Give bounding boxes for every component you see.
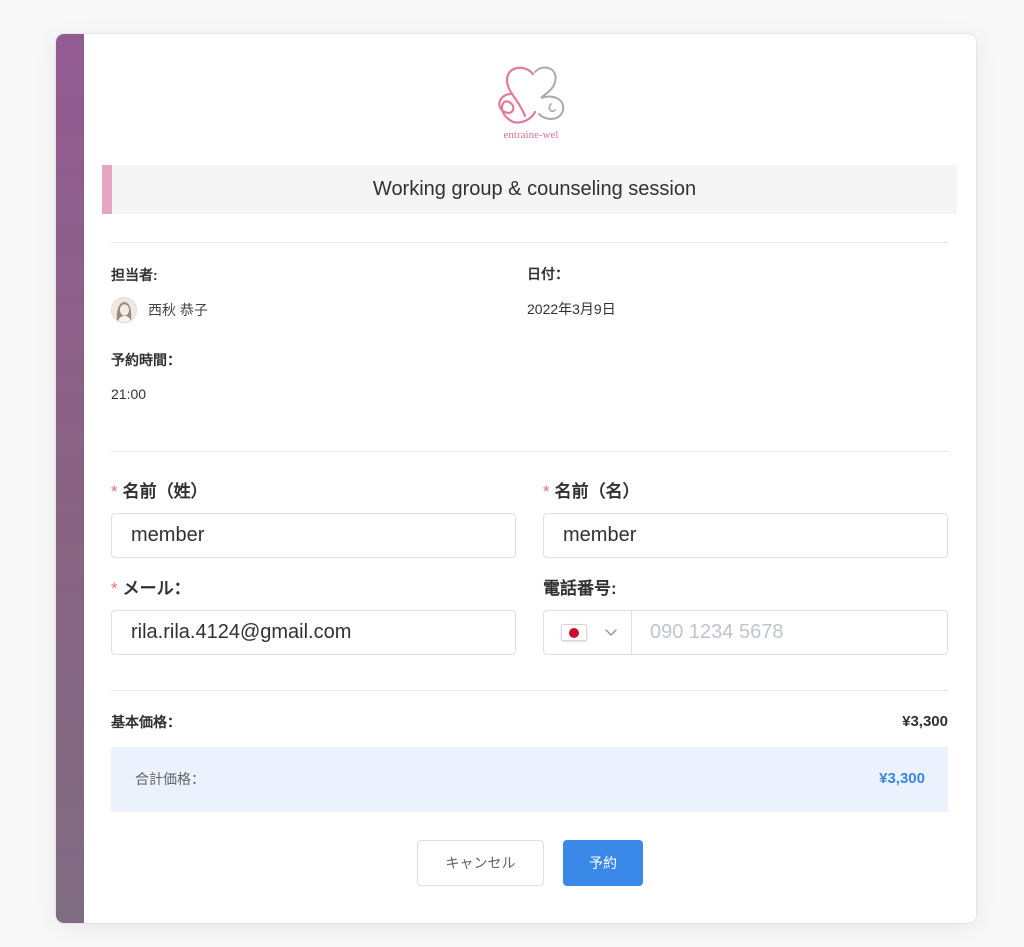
divider-middle xyxy=(111,451,948,452)
required-mark: * xyxy=(111,579,118,598)
email-label: * メール： xyxy=(111,578,191,600)
staff-avatar xyxy=(111,297,137,323)
first-name-label-text: 名前（名） xyxy=(554,482,640,501)
phone-input[interactable] xyxy=(632,611,947,654)
staff-label: 担当者: xyxy=(111,267,158,283)
divider-top xyxy=(111,242,948,243)
butterfly-logo-icon xyxy=(498,66,565,124)
phone-field xyxy=(543,610,948,655)
session-title-bar: Working group & counseling session xyxy=(102,165,957,214)
time-value: 21:00 xyxy=(111,386,147,402)
first-name-input[interactable] xyxy=(543,513,948,558)
japan-flag-icon xyxy=(561,624,587,641)
total-price-value: ¥3,300 xyxy=(879,770,925,787)
booking-card: entraine-wel Working group & counseling … xyxy=(56,34,976,923)
divider-bottom xyxy=(111,690,948,691)
total-price-label: 合計価格： xyxy=(135,771,205,787)
required-mark: * xyxy=(111,482,118,501)
email-label-text: メール： xyxy=(122,579,191,598)
time-label: 予約時間： xyxy=(111,352,181,368)
brand-logo: entraine-wel xyxy=(489,64,573,144)
total-price-box: 合計価格： ¥3,300 xyxy=(111,747,948,812)
flag-sun-disc xyxy=(569,628,579,638)
last-name-label-text: 名前（姓） xyxy=(122,482,208,501)
staff-name: 西秋 恭子 xyxy=(148,302,208,318)
first-name-label: * 名前（名） xyxy=(543,481,640,503)
required-mark: * xyxy=(543,482,550,501)
country-code-select[interactable] xyxy=(544,611,632,654)
cancel-button[interactable]: キャンセル xyxy=(417,840,544,886)
last-name-input[interactable] xyxy=(111,513,516,558)
chevron-down-icon xyxy=(605,629,617,636)
date-label: 日付： xyxy=(527,266,569,282)
email-input[interactable] xyxy=(111,610,516,655)
base-price-value: ¥3,300 xyxy=(902,713,948,730)
phone-label: 電話番号: xyxy=(543,579,617,598)
base-price-label: 基本価格： xyxy=(111,714,181,730)
last-name-label: * 名前（姓） xyxy=(111,481,208,503)
date-value: 2022年3月9日 xyxy=(527,301,616,317)
session-title: Working group & counseling session xyxy=(372,178,697,200)
logo-text: entraine-wel xyxy=(503,129,559,141)
reserve-button[interactable]: 予約 xyxy=(563,840,643,886)
title-accent-bar xyxy=(102,165,112,214)
side-accent-strip xyxy=(56,34,84,923)
